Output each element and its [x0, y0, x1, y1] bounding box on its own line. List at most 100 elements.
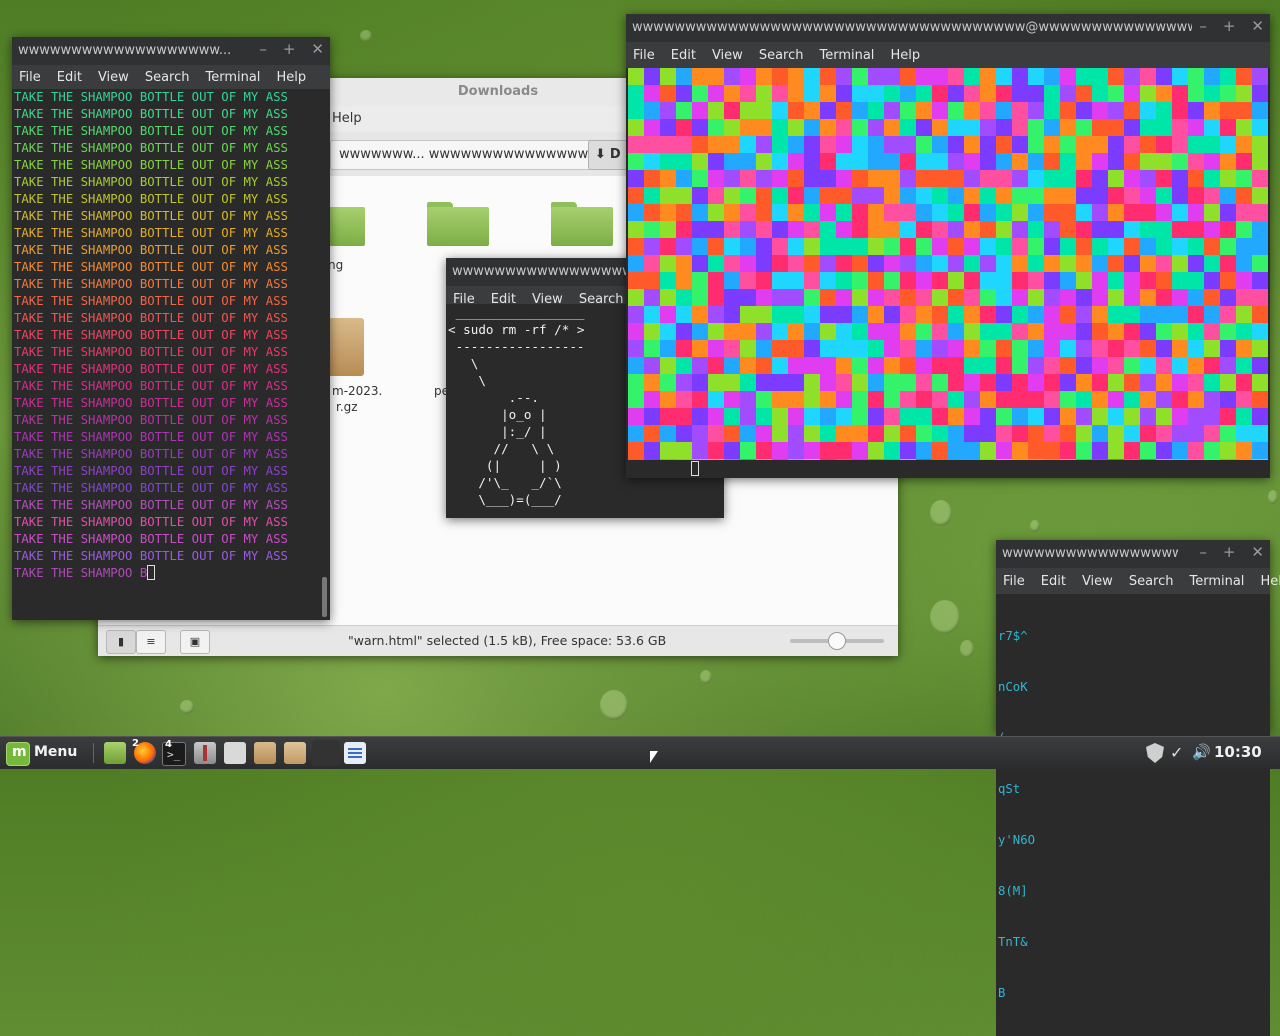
close-icon[interactable]: ✕	[1251, 543, 1264, 561]
text-editor-icon[interactable]	[194, 742, 216, 764]
color-cell	[996, 204, 1012, 221]
menu-search[interactable]: Search	[138, 70, 199, 85]
color-cell	[756, 238, 772, 255]
maximize-icon[interactable]: +	[283, 40, 296, 58]
download-path-button[interactable]: ⬇ D	[588, 140, 630, 170]
menu-edit[interactable]: Edit	[1034, 574, 1075, 589]
color-cell	[1188, 204, 1204, 221]
terminal-toggle-button[interactable]: ▣	[180, 630, 210, 654]
menu-help[interactable]: Help	[269, 70, 315, 85]
folder-icon[interactable]	[427, 202, 489, 246]
firefox-launcher-icon[interactable]: 2	[132, 738, 156, 764]
maximize-icon[interactable]: +	[1223, 17, 1236, 35]
menu-help[interactable]: Help	[1253, 574, 1280, 589]
color-cell	[948, 85, 964, 102]
menu-file[interactable]: File	[996, 574, 1034, 589]
zoom-slider-handle[interactable]	[828, 632, 846, 650]
clock[interactable]: 10:30	[1214, 743, 1262, 761]
color-cell	[1012, 136, 1028, 153]
places-toggle-button[interactable]: ▮	[106, 630, 136, 654]
volume-icon[interactable]: 🔊	[1192, 743, 1211, 761]
start-menu-button[interactable]: m Menu	[4, 740, 88, 766]
linux-mint-logo-icon: m	[6, 742, 30, 766]
color-cell	[628, 119, 644, 136]
minimize-icon[interactable]: –	[1199, 543, 1207, 561]
menu-view[interactable]: View	[1075, 574, 1122, 589]
color-cell	[692, 255, 708, 272]
menu-view[interactable]: View	[705, 48, 752, 63]
menu-terminal[interactable]: Terminal	[198, 70, 269, 85]
path-segment[interactable]: wwwwwww... wwwwwwwwwwwwwww	[330, 140, 598, 170]
color-cell	[660, 459, 676, 460]
menu-terminal[interactable]: Terminal	[812, 48, 883, 63]
color-cell	[1044, 204, 1060, 221]
color-cell	[1156, 306, 1172, 323]
color-cell	[1172, 425, 1188, 442]
color-cell	[772, 153, 788, 170]
color-cell	[916, 221, 932, 238]
minimize-icon[interactable]: –	[259, 40, 267, 58]
color-cell	[1172, 136, 1188, 153]
color-cell	[756, 340, 772, 357]
terminal-titlebar[interactable]: wwwwwwwwwwwwwwwwwwwwwwwwwwwwwwwwwwwww@ww…	[626, 14, 1270, 42]
menu-help[interactable]: Help	[883, 48, 929, 63]
color-cell	[692, 68, 708, 85]
terminal-window-random[interactable]: wwwwwwwwwwwwwwwwwww... – + ✕ File Edit V…	[996, 540, 1280, 1036]
color-cell	[724, 119, 740, 136]
color-cell	[1188, 119, 1204, 136]
archive-icon[interactable]	[326, 318, 364, 376]
color-cell	[1060, 340, 1076, 357]
menu-file[interactable]: File	[12, 70, 50, 85]
menu-view[interactable]: View	[91, 70, 138, 85]
color-noise-output[interactable]	[628, 68, 1268, 460]
package-icon[interactable]	[284, 742, 306, 764]
color-cell	[1012, 425, 1028, 442]
color-cell	[772, 119, 788, 136]
scrollbar[interactable]	[322, 577, 327, 617]
menu-file[interactable]: File	[626, 48, 664, 63]
menu-search[interactable]: Search	[1122, 574, 1183, 589]
terminal-output[interactable]: r7$^ nCoK ( _, qSt y'N6O 8(M] TnT& B	[996, 594, 1270, 1036]
color-cell	[660, 340, 676, 357]
color-cell	[1140, 153, 1156, 170]
shield-icon[interactable]	[1146, 743, 1164, 763]
color-cell	[868, 357, 884, 374]
archive-manager-icon[interactable]	[254, 742, 276, 764]
color-cell	[772, 408, 788, 425]
color-cell	[1236, 442, 1252, 459]
color-cell	[900, 102, 916, 119]
terminal-output[interactable]: TAKE THE SHAMPOO BOTTLE OUT OF MY ASS TAK…	[12, 89, 330, 617]
network-icon[interactable]: ✓	[1170, 743, 1183, 762]
color-cell	[788, 119, 804, 136]
terminal-launcher-icon[interactable]: 4 >_	[162, 739, 186, 766]
app-grid-icon[interactable]	[224, 742, 246, 764]
menu-help[interactable]: Help	[332, 106, 362, 132]
minimize-icon[interactable]: –	[1199, 17, 1207, 35]
color-cell	[964, 374, 980, 391]
document-viewer-icon[interactable]	[344, 742, 366, 764]
color-cell	[1092, 459, 1108, 460]
menu-terminal[interactable]: Terminal	[1182, 574, 1253, 589]
color-cell	[740, 119, 756, 136]
folder-icon[interactable]	[551, 202, 613, 246]
color-cell	[1156, 102, 1172, 119]
close-icon[interactable]: ✕	[311, 40, 324, 58]
tree-toggle-button[interactable]: ≡	[136, 630, 166, 654]
color-cell	[1060, 170, 1076, 187]
files-launcher-icon[interactable]	[104, 742, 126, 764]
color-cell	[980, 459, 996, 460]
menu-edit[interactable]: Edit	[664, 48, 705, 63]
terminal-titlebar[interactable]: wwwwwwwwwwwwwwwwwww... – + ✕	[996, 540, 1270, 568]
color-cell	[676, 357, 692, 374]
maximize-icon[interactable]: +	[1223, 543, 1236, 561]
close-icon[interactable]: ✕	[1251, 17, 1264, 35]
taskbar-window-button[interactable]	[312, 740, 340, 766]
terminal-window-shampoo[interactable]: wwwwwwwwwwwwwwwwwww... – + ✕ File Edit V…	[12, 37, 330, 620]
color-cell	[1140, 102, 1156, 119]
menu-edit[interactable]: Edit	[50, 70, 91, 85]
terminal-titlebar[interactable]: wwwwwwwwwwwwwwwwwww... – + ✕	[12, 37, 330, 65]
color-cell	[948, 459, 964, 460]
color-cell	[804, 442, 820, 459]
color-cell	[1172, 289, 1188, 306]
menu-search[interactable]: Search	[752, 48, 813, 63]
